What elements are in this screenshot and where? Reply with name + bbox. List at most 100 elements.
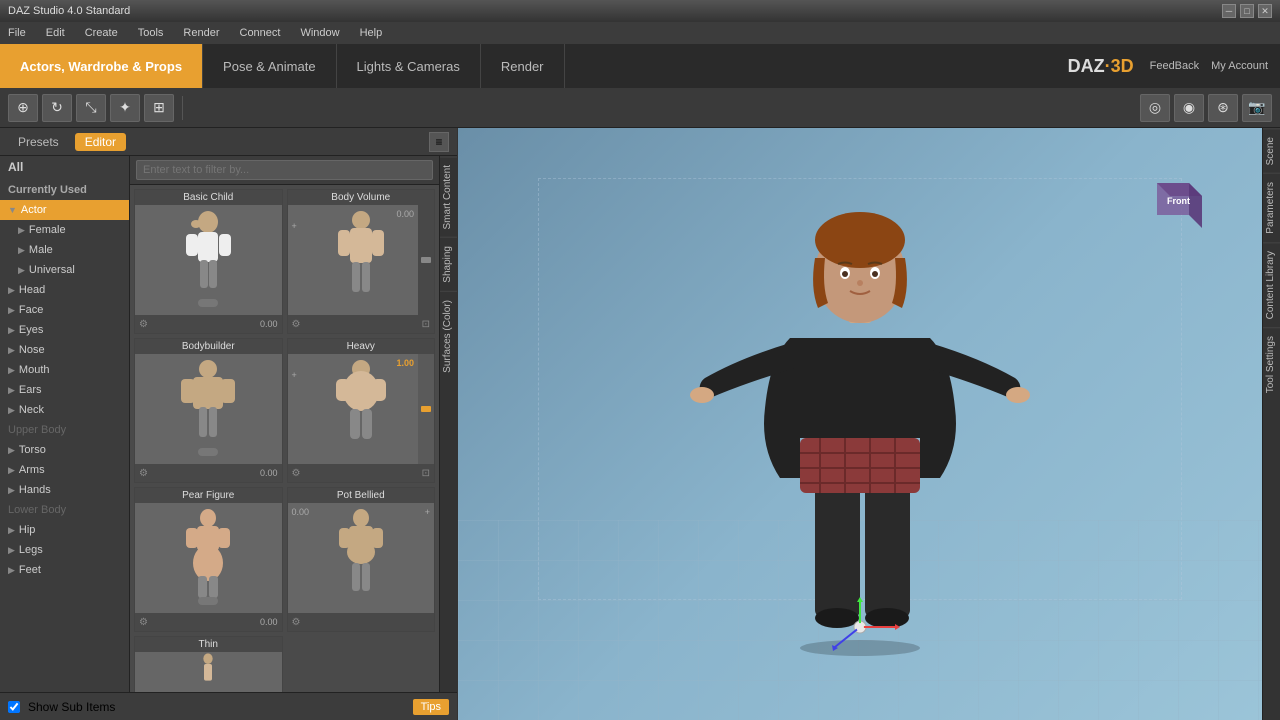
tree-arrow-actor: ▼: [8, 205, 17, 215]
menu-render[interactable]: Render: [179, 25, 223, 41]
tool-settings-tab[interactable]: Tool Settings: [1263, 327, 1280, 401]
heavy-slider[interactable]: [418, 354, 434, 464]
show-sub-items-checkbox[interactable]: [8, 701, 20, 713]
feedback-link[interactable]: FeedBack: [1150, 60, 1200, 72]
body-volume-plus[interactable]: +: [292, 221, 297, 231]
tree-item-neck[interactable]: ▶ Neck: [0, 400, 129, 420]
morph-heavy[interactable]: Heavy: [287, 338, 436, 483]
tips-button[interactable]: Tips: [413, 699, 449, 715]
menu-connect[interactable]: Connect: [236, 25, 285, 41]
morph-basic-child-handle[interactable]: [198, 299, 218, 307]
camera-button[interactable]: 📷: [1242, 94, 1272, 122]
minimize-button[interactable]: ─: [1222, 4, 1236, 18]
tree-item-hip[interactable]: ▶ Hip: [0, 520, 129, 540]
titlebar: DAZ Studio 4.0 Standard ─ □ ✕: [0, 0, 1280, 22]
body-volume-figure: [326, 210, 396, 310]
scene-tab[interactable]: Scene: [1263, 128, 1280, 173]
viewport[interactable]: Front: [458, 128, 1262, 720]
tree-item-female[interactable]: ▶ Female: [0, 220, 129, 240]
morph-pot-bellied[interactable]: Pot Bellied +: [287, 487, 436, 632]
tree-item-ears[interactable]: ▶ Ears: [0, 380, 129, 400]
camera-cube[interactable]: Front: [1152, 178, 1202, 228]
morph-thin[interactable]: Thin: [134, 636, 283, 692]
window-controls[interactable]: ─ □ ✕: [1222, 4, 1272, 18]
filter-input[interactable]: [136, 160, 433, 180]
tree-item-head[interactable]: ▶ Head: [0, 280, 129, 300]
tab-pose[interactable]: Pose & Animate: [203, 44, 337, 88]
morph-heavy-settings-icon[interactable]: ⚙: [292, 468, 301, 479]
morph-body-volume[interactable]: Body Volume: [287, 189, 436, 334]
tab-actors[interactable]: Actors, Wardrobe & Props: [0, 44, 203, 88]
parameters-tab[interactable]: Parameters: [1263, 173, 1280, 242]
side-tabs: Smart Content Shaping Surfaces (Color): [439, 156, 457, 692]
universal-tool-button[interactable]: ✦: [110, 94, 140, 122]
tree-item-hands[interactable]: ▶ Hands: [0, 480, 129, 500]
tab-lights[interactable]: Lights & Cameras: [337, 44, 481, 88]
character-svg: [690, 158, 1030, 658]
account-link[interactable]: My Account: [1211, 60, 1268, 72]
menu-window[interactable]: Window: [296, 25, 343, 41]
pot-bellied-plus[interactable]: +: [425, 507, 430, 517]
morph-pear-figure-bottom: ⚙ 0.00: [135, 613, 282, 631]
tree-item-actor[interactable]: ▼ Actor: [0, 200, 129, 220]
character-figure: [690, 158, 1030, 658]
editor-tab[interactable]: Editor: [75, 133, 126, 151]
tree-item-face[interactable]: ▶ Face: [0, 300, 129, 320]
tree-item-nose[interactable]: ▶ Nose: [0, 340, 129, 360]
morph-basic-child-settings-icon[interactable]: ⚙: [139, 319, 148, 330]
maximize-button[interactable]: □: [1240, 4, 1254, 18]
tree-item-all[interactable]: All: [0, 156, 129, 178]
translate-tool-button[interactable]: ⊕: [8, 94, 38, 122]
transform-gizmo: [820, 597, 900, 660]
scale-tool-button[interactable]: ⤡: [76, 94, 106, 122]
close-button[interactable]: ✕: [1258, 4, 1272, 18]
body-volume-slider-handle[interactable]: [421, 257, 431, 263]
tree-item-male[interactable]: ▶ Male: [0, 240, 129, 260]
tree-item-lower-body: Lower Body: [0, 500, 129, 520]
tree-item-eyes[interactable]: ▶ Eyes: [0, 320, 129, 340]
rotate-tool-button[interactable]: ↻: [42, 94, 72, 122]
presets-tab[interactable]: Presets: [8, 133, 69, 151]
preview-button[interactable]: ◉: [1174, 94, 1204, 122]
select-tool-button[interactable]: ⊞: [144, 94, 174, 122]
toolbar-right: ◎ ◉ ⊛ 📷: [1140, 94, 1272, 122]
morph-bodybuilder-settings-icon[interactable]: ⚙: [139, 468, 148, 479]
menu-tools[interactable]: Tools: [134, 25, 168, 41]
morph-pear-figure-label: Pear Figure: [135, 488, 282, 503]
morph-pear-handle[interactable]: [198, 597, 218, 605]
content-library-tab[interactable]: Content Library: [1263, 242, 1280, 327]
smart-content-tab[interactable]: Smart Content: [440, 156, 457, 237]
heavy-plus[interactable]: +: [292, 370, 297, 380]
tree-item-feet[interactable]: ▶ Feet: [0, 560, 129, 580]
heavy-slider-handle[interactable]: [421, 406, 431, 412]
tree-item-mouth[interactable]: ▶ Mouth: [0, 360, 129, 380]
menu-edit[interactable]: Edit: [42, 25, 69, 41]
body-volume-slider[interactable]: [418, 205, 434, 315]
menu-file[interactable]: File: [4, 25, 30, 41]
basic-child-figure: [171, 210, 246, 310]
surfaces-tab[interactable]: Surfaces (Color): [440, 291, 457, 381]
menu-create[interactable]: Create: [81, 25, 122, 41]
morph-bodybuilder[interactable]: Bodybuilder: [134, 338, 283, 483]
iray-button[interactable]: ⊛: [1208, 94, 1238, 122]
morph-basic-child[interactable]: Basic Child: [134, 189, 283, 334]
morph-pear-settings-icon[interactable]: ⚙: [139, 617, 148, 628]
tree-item-universal[interactable]: ▶ Universal: [0, 260, 129, 280]
menu-help[interactable]: Help: [356, 25, 387, 41]
morph-bodybuilder-label: Bodybuilder: [135, 339, 282, 354]
toolbar: ⊕ ↻ ⤡ ✦ ⊞ ◎ ◉ ⊛ 📷: [0, 88, 1280, 128]
shaping-tab[interactable]: Shaping: [440, 237, 457, 291]
morph-bodybuilder-handle[interactable]: [198, 448, 218, 456]
morph-body-volume-settings-icon[interactable]: ⚙: [292, 319, 301, 330]
tab-render[interactable]: Render: [481, 44, 565, 88]
bottom-bar: Show Sub Items Tips: [0, 692, 457, 720]
tree-item-torso[interactable]: ▶ Torso: [0, 440, 129, 460]
morph-pear-figure[interactable]: Pear Figure: [134, 487, 283, 632]
tree-item-legs[interactable]: ▶ Legs: [0, 540, 129, 560]
tree-item-arms[interactable]: ▶ Arms: [0, 460, 129, 480]
render-button[interactable]: ◎: [1140, 94, 1170, 122]
right-panel: Scene Parameters Content Library Tool Se…: [1262, 128, 1280, 720]
morph-pot-bellied-settings-icon[interactable]: ⚙: [292, 617, 301, 628]
panel-options-icon[interactable]: ≡: [429, 132, 449, 152]
morph-pot-bellied-label: Pot Bellied: [288, 488, 435, 503]
